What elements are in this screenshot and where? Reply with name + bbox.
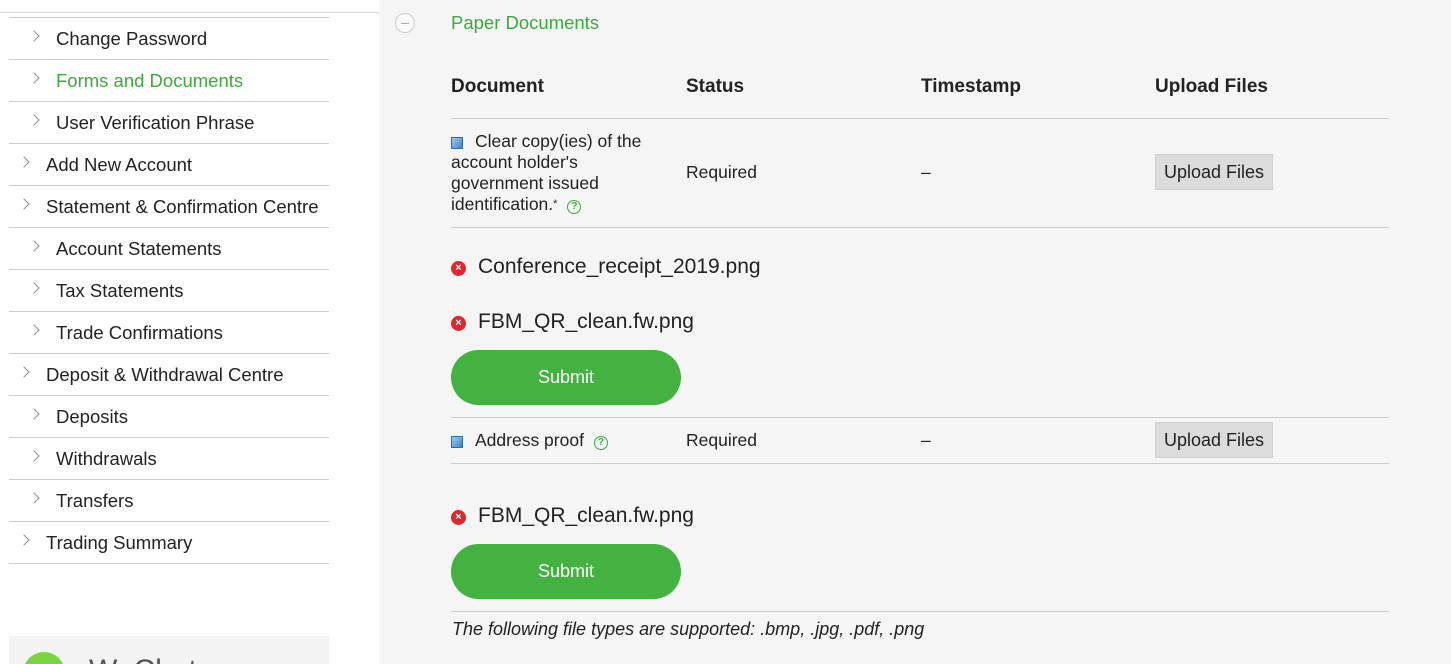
help-icon[interactable]: ? — [593, 436, 608, 450]
help-icon[interactable]: ? — [567, 200, 582, 214]
status-text: Required — [686, 162, 758, 182]
document-cell: Address proof? — [451, 430, 608, 451]
chevron-right-icon — [28, 240, 40, 252]
sidebar-item-withdrawals[interactable]: Withdrawals — [9, 438, 329, 480]
sidebar-item-add-new-account[interactable]: Add New Account — [9, 144, 329, 186]
document-icon — [451, 137, 463, 149]
uploaded-file-item: × FBM_QR_clean.fw.png — [451, 504, 694, 528]
file-name: Conference_receipt_2019.png — [478, 255, 761, 278]
chevron-right-icon — [28, 72, 40, 84]
sidebar-nav: Change Password Forms and Documents User… — [9, 0, 329, 564]
column-header-timestamp: Timestamp — [921, 76, 1021, 97]
chevron-right-icon — [28, 30, 40, 42]
wechat-icon — [23, 652, 65, 664]
chevron-right-icon — [18, 156, 30, 168]
chevron-right-icon — [28, 408, 40, 420]
wechat-widget[interactable]: WeChat — [9, 636, 329, 664]
sidebar-item-label: Statement & Confirmation Centre — [46, 196, 319, 217]
remove-file-icon[interactable]: × — [451, 316, 466, 331]
sidebar-item-tax-statements[interactable]: Tax Statements — [9, 270, 329, 312]
sidebar-item-trading-summary[interactable]: Trading Summary — [9, 522, 329, 564]
document-name: Address proof — [475, 430, 584, 450]
sidebar-item-label: Account Statements — [56, 238, 222, 259]
column-header-document: Document — [451, 76, 544, 97]
timestamp-text: – — [921, 162, 931, 182]
uploaded-file-item: × Conference_receipt_2019.png — [451, 255, 761, 279]
remove-file-icon[interactable]: × — [451, 510, 466, 525]
footer-divider — [451, 611, 1389, 612]
sidebar-item-label: Transfers — [56, 490, 134, 511]
required-mark: * — [553, 198, 558, 210]
sidebar-item-label: Change Password — [56, 28, 208, 49]
wechat-label: WeChat — [89, 654, 197, 664]
chevron-right-icon — [28, 282, 40, 294]
sidebar-item-deposit-withdrawal-centre[interactable]: Deposit & Withdrawal Centre — [9, 354, 329, 396]
collapse-icon[interactable] — [395, 13, 415, 33]
file-name: FBM_QR_clean.fw.png — [478, 310, 694, 333]
document-cell: Clear copy(ies) of the account holder's … — [451, 131, 666, 215]
sidebar-item-label: User Verification Phrase — [56, 112, 255, 133]
status-text: Required — [686, 430, 758, 450]
sidebar-item-label: Trade Confirmations — [56, 322, 223, 343]
supported-file-types-note: The following file types are supported: … — [452, 619, 925, 639]
chevron-right-icon — [28, 492, 40, 504]
chevron-right-icon — [18, 198, 30, 210]
chevron-right-icon — [18, 366, 30, 378]
sidebar-item-label: Withdrawals — [56, 448, 157, 469]
sidebar-item-forms-and-documents[interactable]: Forms and Documents — [9, 60, 329, 102]
sidebar-item-transfers[interactable]: Transfers — [9, 480, 329, 522]
file-name: FBM_QR_clean.fw.png — [478, 504, 694, 527]
upload-files-button[interactable]: Upload Files — [1155, 422, 1274, 458]
chevron-right-icon — [28, 114, 40, 126]
submit-button[interactable]: Submit — [451, 544, 681, 599]
column-header-status: Status — [686, 76, 745, 97]
sidebar-item-label: Add New Account — [46, 154, 193, 175]
sidebar-item-label: Deposits — [56, 406, 128, 427]
chevron-right-icon — [28, 450, 40, 462]
sidebar-item-deposits[interactable]: Deposits — [9, 396, 329, 438]
table-header: Document Status Timestamp Upload Files — [451, 75, 1389, 119]
sidebar-item-user-verification-phrase[interactable]: User Verification Phrase — [9, 102, 329, 144]
uploaded-file-item: × FBM_QR_clean.fw.png — [451, 310, 694, 334]
sidebar-menu: Change Password Forms and Documents User… — [9, 17, 329, 564]
sidebar-item-label: Tax Statements — [56, 280, 184, 301]
timestamp-text: – — [921, 430, 931, 450]
chevron-right-icon — [28, 324, 40, 336]
submit-button[interactable]: Submit — [451, 350, 681, 405]
table-row: Address proof? Required – Upload Files — [451, 418, 1389, 464]
column-header-upload-files: Upload Files — [1155, 76, 1268, 97]
upload-files-button[interactable]: Upload Files — [1155, 154, 1274, 190]
document-icon — [451, 436, 463, 448]
sidebar-item-label: Trading Summary — [46, 532, 193, 553]
sidebar-item-label: Deposit & Withdrawal Centre — [46, 364, 284, 385]
sidebar-item-trade-confirmations[interactable]: Trade Confirmations — [9, 312, 329, 354]
sidebar-item-account-statements[interactable]: Account Statements — [9, 228, 329, 270]
sidebar-item-label: Forms and Documents — [56, 70, 244, 91]
main-panel: Paper Documents Document Status Timestam… — [379, 0, 1451, 664]
sidebar-item-statement-confirmation-centre[interactable]: Statement & Confirmation Centre — [9, 186, 329, 228]
sidebar-item-change-password[interactable]: Change Password — [9, 18, 329, 60]
chevron-right-icon — [18, 534, 30, 546]
document-name: Clear copy(ies) of the account holder's … — [451, 131, 642, 214]
table-row: Clear copy(ies) of the account holder's … — [451, 119, 1389, 228]
remove-file-icon[interactable]: × — [451, 261, 466, 276]
section-title[interactable]: Paper Documents — [451, 12, 599, 34]
